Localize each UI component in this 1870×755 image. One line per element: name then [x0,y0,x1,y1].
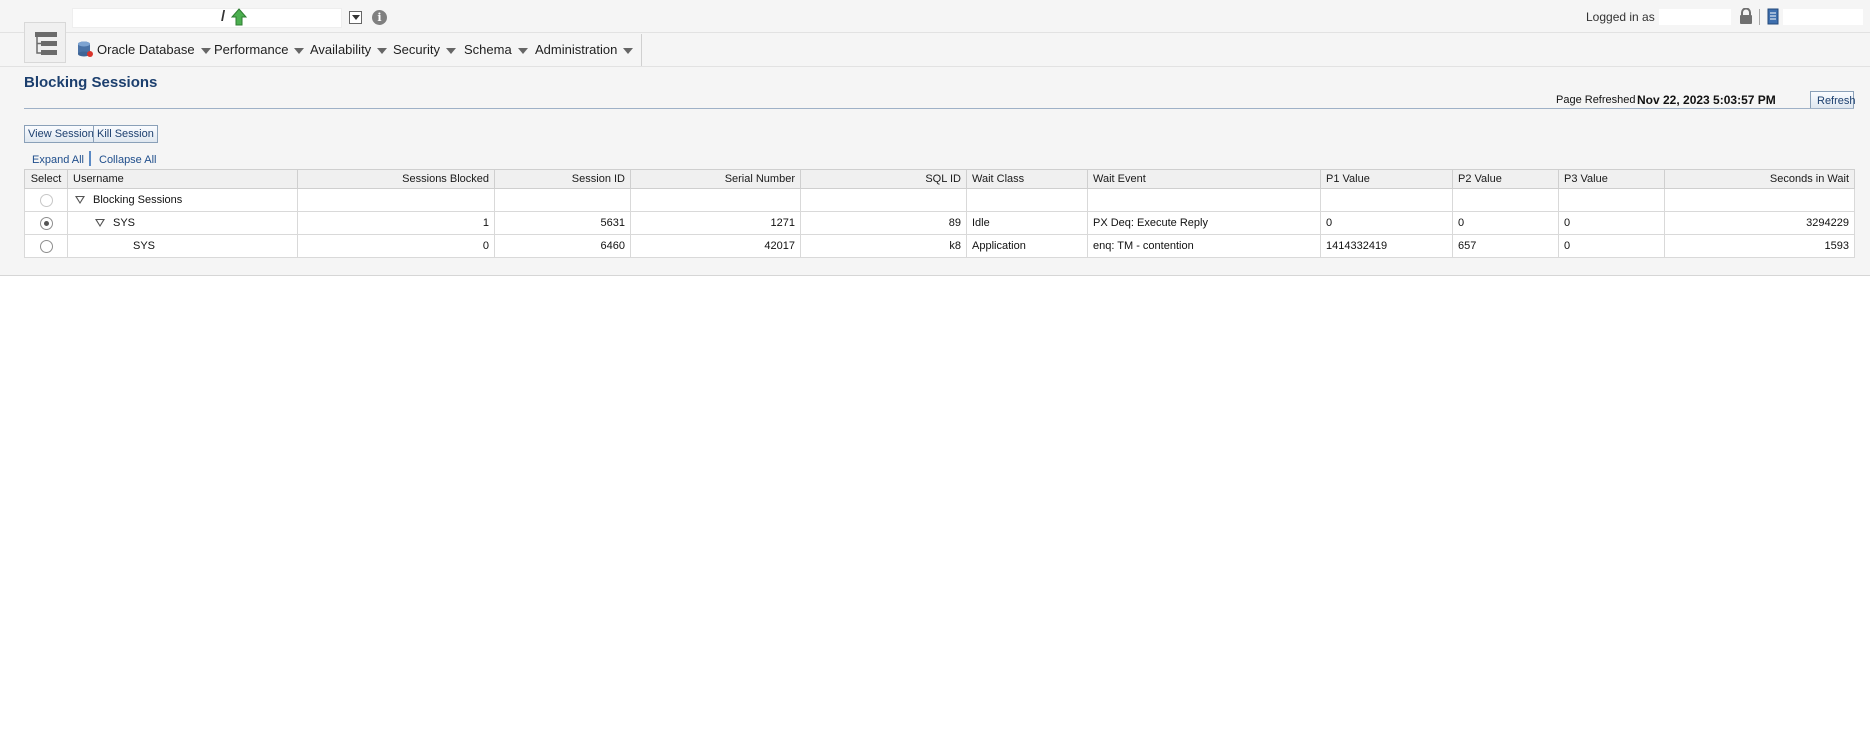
menu-administration[interactable]: Administration [535,41,634,59]
chevron-down-icon [445,47,456,54]
kill-session-button[interactable]: Kill Session [93,125,158,143]
column-header[interactable]: Wait Event [1087,169,1321,189]
menu-bar: Oracle Database Performance Availability… [72,34,642,66]
table-row: SYS 0 6460 42017 k8 Application enq: TM … [24,234,1855,258]
sessions-blocked-cell: 1 [297,211,495,235]
row-select-radio[interactable] [39,216,53,230]
column-header[interactable]: SQL ID [800,169,967,189]
column-header[interactable]: Select [24,169,68,189]
p3-value-cell: 0 [1558,234,1665,258]
top-bar: / i Logged in as [0,0,1870,33]
username-cell: SYS [113,217,136,229]
collapse-triangle-icon[interactable] [75,196,85,205]
column-header[interactable]: Session ID [494,169,631,189]
chevron-down-icon [294,47,305,54]
menu-oracle-database[interactable]: Oracle Database [97,41,211,59]
menu-area: Oracle Database Performance Availability… [0,22,1870,67]
column-header[interactable]: Sessions Blocked [297,169,495,189]
host-name[interactable] [1783,9,1863,25]
page-refreshed-value: Nov 22, 2023 5:03:57 PM [1637,93,1776,107]
target-separator: / [221,8,226,25]
menu-performance[interactable]: Performance [214,41,305,59]
column-header[interactable]: Wait Class [966,169,1088,189]
session-id-link[interactable]: 6460 [494,234,631,258]
p2-value-cell: 0 [1452,211,1559,235]
sessions-blocked-cell: 0 [297,234,495,258]
sql-id-link[interactable]: k8 [800,234,967,258]
chevron-down-icon [200,47,211,54]
chevron-down-icon [623,47,634,54]
collapse-all-link[interactable]: Collapse All [99,154,156,166]
menu-security[interactable]: Security [393,41,456,59]
chevron-down-icon [377,47,388,54]
expand-all-link[interactable]: Expand All [32,154,84,166]
p1-value-cell: 1414332419 [1320,234,1453,258]
blocking-sessions-table: Select Username Sessions Blocked Session… [24,169,1855,258]
column-header[interactable]: Seconds in Wait [1664,169,1855,189]
row-select-radio [39,193,53,207]
table-row-group: Blocking Sessions [24,188,1855,212]
navigation-tree-button[interactable] [24,22,66,63]
serial-number-cell: 1271 [630,211,801,235]
link-divider [89,151,91,166]
p1-value-cell: 0 [1320,211,1453,235]
column-header[interactable]: P2 Value [1452,169,1559,189]
target-name-field[interactable] [72,8,342,28]
info-icon[interactable]: i [372,10,387,25]
menu-availability[interactable]: Availability [310,41,388,59]
nav-tree-icon [35,32,57,55]
target-dropdown-icon[interactable] [349,11,362,24]
em-console: / i Logged in as Oracle Database Perform… [0,0,1870,276]
username-cell: SYS [133,240,156,252]
chevron-down-icon [517,47,528,54]
table-header-row: Select Username Sessions Blocked Session… [24,169,1855,189]
header-divider [1759,9,1760,25]
seconds-in-wait-cell: 3294229 [1664,211,1855,235]
logged-in-label: Logged in as [1586,10,1655,24]
menu-schema[interactable]: Schema [464,41,528,59]
view-session-button[interactable]: View Session [24,125,98,143]
group-label: Blocking Sessions [93,194,183,206]
title-divider [24,108,1854,109]
server-icon[interactable] [1767,8,1779,25]
column-header[interactable]: P3 Value [1558,169,1665,189]
wait-event-link[interactable]: PX Deq: Execute Reply [1087,211,1321,235]
p2-value-cell: 657 [1452,234,1559,258]
user-name[interactable] [1659,9,1731,25]
lock-icon[interactable] [1739,8,1753,24]
sql-id-link[interactable]: 89 [800,211,967,235]
session-id-link[interactable]: 5631 [494,211,631,235]
wait-event-link[interactable]: enq: TM - contention [1087,234,1321,258]
page-refreshed-label: Page Refreshed [1556,94,1636,106]
refresh-button[interactable]: Refresh [1810,91,1856,109]
wait-class-cell: Idle [966,211,1088,235]
page-title: Blocking Sessions [24,74,158,91]
row-select-radio[interactable] [39,239,53,253]
column-header[interactable]: Serial Number [630,169,801,189]
up-arrow-icon [230,8,248,26]
p3-value-cell: 0 [1558,211,1665,235]
database-icon [78,41,93,57]
collapse-triangle-icon[interactable] [95,219,105,228]
table-row: SYS 1 5631 1271 89 Idle PX Deq: Execute … [24,211,1855,235]
serial-number-cell: 42017 [630,234,801,258]
seconds-in-wait-cell: 1593 [1664,234,1855,258]
column-header[interactable]: P1 Value [1320,169,1453,189]
column-header[interactable]: Username [67,169,298,189]
wait-class-cell: Application [966,234,1088,258]
